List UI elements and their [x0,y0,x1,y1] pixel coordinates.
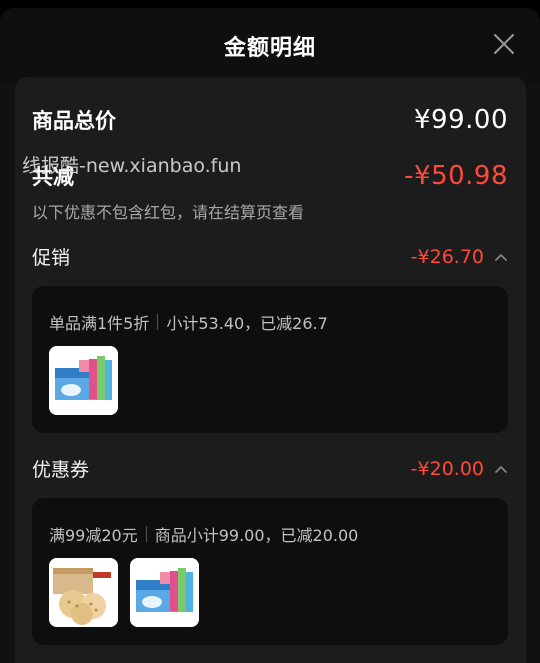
chevron-up-icon [495,465,507,473]
promo-section-header: 促销 -¥26.70 [32,243,508,270]
promo-amount: -¥26.70 [410,245,484,268]
product-thumbnail[interactable] [49,346,118,415]
watermark: 线报酷-new.xianbao.fun [22,155,242,177]
milk-biscuit-box-image [49,346,118,415]
sheet-header: 金额明细 [0,8,540,84]
total-row: 商品总价 ¥99.00 [32,105,508,135]
promo-label: 促销 [32,247,71,269]
discount-note: 以下优惠不包含红包，请在结算页查看 [32,203,305,222]
milk-biscuit-box-image [130,558,199,627]
close-icon[interactable] [492,32,516,56]
product-thumbnail[interactable] [130,558,199,627]
discount-amount: -¥50.98 [404,161,508,191]
promo-card: 单品满1件5折 小计53.40，已减26.7 [32,286,508,433]
promo-rule-line: 单品满1件5折 小计53.40，已减26.7 [49,310,328,334]
sheet-title: 金额明细 [223,36,316,61]
coupon-rule-line: 满99减20元 商品小计99.00，已减20.00 [49,522,358,546]
promo-toggle[interactable]: -¥26.70 [411,246,508,268]
coupon-label: 优惠券 [32,459,90,481]
divider [157,314,159,330]
coupon-rule: 满99减20元 [49,526,138,545]
detail-panel: 商品总价 ¥99.00 共减 -¥50.98 以下优惠不包含红包，请在结算页查看… [15,77,526,663]
divider [145,526,147,542]
total-label: 商品总价 [32,109,116,133]
chevron-up-icon [495,253,507,261]
coupon-card: 满99减20元 商品小计99.00，已减20.00 [32,498,508,645]
coupon-toggle[interactable]: -¥20.00 [411,458,508,480]
promo-detail: 小计53.40，已减26.7 [166,314,328,333]
promo-rule: 单品满1件5折 [49,314,150,333]
coupon-detail: 商品小计99.00，已减20.00 [154,526,359,545]
coupon-amount: -¥20.00 [410,457,484,480]
total-amount: ¥99.00 [414,105,508,135]
cracker-box-image [49,558,118,627]
coupon-section-header: 优惠券 -¥20.00 [32,455,508,482]
product-thumbnail[interactable] [49,558,118,627]
